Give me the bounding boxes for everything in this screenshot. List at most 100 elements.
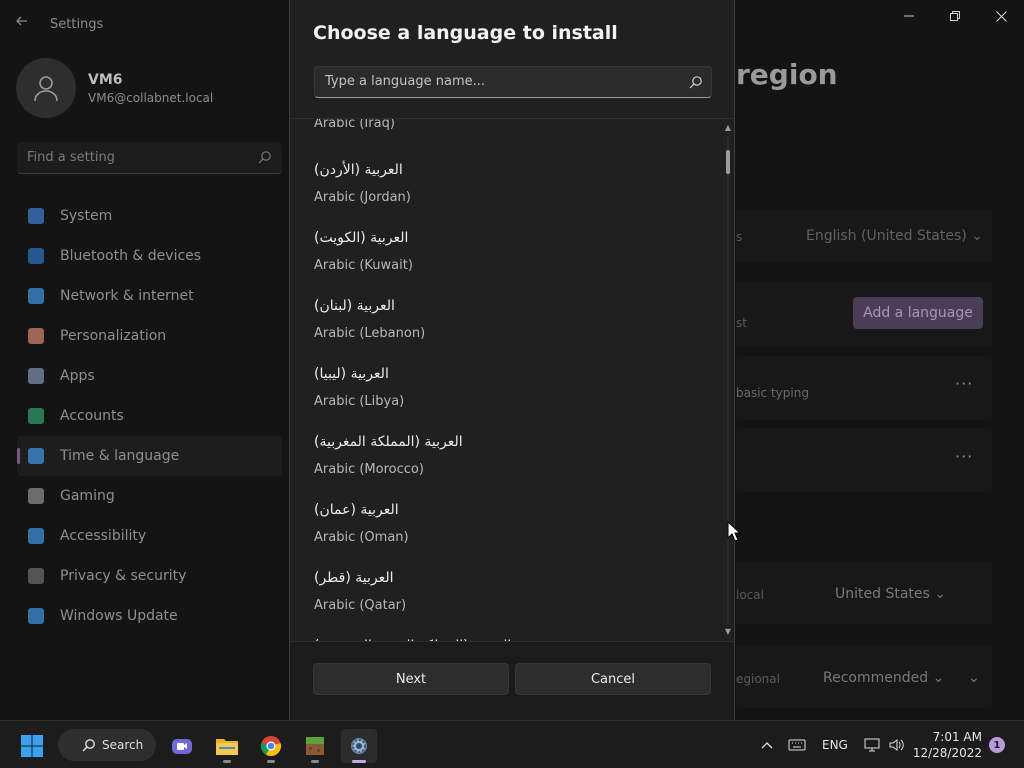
sidebar-item-apps[interactable]: Apps [17,356,282,396]
find-setting-placeholder: Find a setting [27,150,115,165]
sidebar-item-personalization[interactable]: Personalization [17,316,282,356]
windows-start-icon[interactable] [20,734,44,758]
input-language-label: ENG [822,738,848,752]
scroll-up-arrow-icon[interactable]: ▲ [723,123,733,133]
language-list-item[interactable]: العربية (الكويت) Arabic (Kuwait) [290,219,720,287]
language-list-item[interactable]: العربية (عمان) Arabic (Oman) [290,491,720,559]
minimize-button[interactable] [886,0,932,32]
clock-button[interactable]: 7:01 AM 12/28/2022 [913,729,982,761]
language-search-box[interactable] [314,66,712,98]
chrome-app[interactable] [253,729,289,763]
taskbar: Search ENG 7:01 AM 12/28/2022 1 [0,720,1024,768]
scrollbar-thumb[interactable] [726,150,730,174]
language-english-name: Arabic (Oman) [314,530,409,545]
restore-button[interactable] [932,0,978,32]
update-icon [28,608,44,624]
accessibility-icon [28,528,44,544]
brush-icon [28,328,44,344]
apps-icon [28,368,44,384]
expand-chevron-button[interactable]: ⌄ [968,670,980,686]
sidebar-nav: System Bluetooth & devices Network & inter… [17,196,282,636]
language-native-name: العربية (عمان) [314,502,399,518]
language-native-name: العربية (ليبيا) [314,366,389,382]
sidebar-item-privacy-security[interactable]: Privacy & security [17,556,282,596]
display-language-dropdown[interactable]: English (United States) ⌄ [806,228,983,244]
add-language-button[interactable]: Add a language [853,297,983,329]
sidebar-item-label: Apps [60,368,95,384]
sidebar-item-gaming[interactable]: Gaming [17,476,282,516]
user-name: VM6 [88,72,123,88]
display-language-label-fragment: s [736,230,743,244]
active-indicator [352,760,366,763]
sidebar-item-label: System [60,208,113,224]
language-list-item[interactable]: العربية (المملكة المغربية) Arabic (Morocc… [290,423,720,491]
search-icon [258,151,271,164]
grass-block-icon [306,737,324,755]
language-list-item[interactable]: العربية (ليبيا) Arabic (Libya) [290,355,720,423]
input-language-indicator[interactable]: ENG [822,721,848,768]
search-icon [82,739,95,752]
next-button[interactable]: Next [313,663,509,695]
sidebar-item-accessibility[interactable]: Accessibility [17,516,282,556]
more-options-button-1[interactable]: ··· [955,374,973,393]
language-list-item[interactable]: العربية (الأردن) Arabic (Jordan) [290,151,720,219]
language-list-item[interactable]: العربية (المملكة العربية السعودية) [290,627,720,641]
sidebar-item-time-language[interactable]: Time & language [17,436,282,476]
sidebar-item-accounts[interactable]: Accounts [17,396,282,436]
back-button[interactable] [12,14,32,34]
language-search-input[interactable] [325,74,665,89]
volume-button[interactable] [889,721,905,768]
chevron-up-icon [761,742,773,749]
search-icon [689,76,702,89]
show-hidden-icons-button[interactable] [760,721,774,768]
find-setting-input[interactable]: Find a setting [17,142,282,174]
sidebar-item-label: Network & internet [60,288,194,304]
back-arrow-icon [16,16,27,26]
sidebar-item-system[interactable]: System [17,196,282,236]
sidebar-item-windows-update[interactable]: Windows Update [17,596,282,636]
chevron-down-icon: ⌄ [934,586,946,602]
monitor-icon [28,208,44,224]
language-list-item[interactable]: العربية (لبنان) Arabic (Lebanon) [290,287,720,355]
running-indicator [223,760,231,763]
basic-typing-fragment: basic typing [736,386,809,400]
speaker-icon [889,739,904,751]
notification-badge[interactable]: 1 [989,737,1005,753]
language-list-item[interactable]: العربية (العراق)Arabic (Iraq) [290,119,720,151]
country-dropdown[interactable]: United States ⌄ [835,586,946,602]
sidebar-item-label: Time & language [60,448,180,464]
more-options-button-2[interactable]: ··· [955,447,973,466]
language-native-name: العربية (الكويت) [314,230,409,246]
taskbar-search-button[interactable]: Search [58,729,156,761]
chevron-down-icon: ⌄ [932,670,945,686]
regional-format-value: Recommended [823,670,929,686]
close-button[interactable] [978,0,1024,32]
settings-app[interactable] [341,729,377,763]
mouse-cursor-icon [727,521,741,542]
clock-time: 7:01 AM [932,730,982,744]
keyboard-button[interactable] [788,721,806,768]
language-native-name: العربية (قطر) [314,570,394,586]
close-icon [995,10,1007,22]
language-list-item[interactable]: العربية (قطر) Arabic (Qatar) [290,559,720,627]
scrollbar-track[interactable] [727,136,729,624]
file-explorer-app[interactable] [209,729,245,763]
teams-chat-app[interactable] [164,729,200,763]
sidebar-item-label: Windows Update [60,608,178,624]
chrome-icon [261,736,281,757]
language-native-name: العربية (الأردن) [314,162,403,178]
scroll-down-arrow-icon[interactable]: ▼ [723,627,733,637]
language-english-name: Arabic (Morocco) [314,462,424,477]
regional-format-dropdown[interactable]: Recommended ⌄ [823,670,944,686]
app-title: Settings [50,17,104,32]
person-icon [28,408,44,424]
network-button[interactable] [864,721,880,768]
sidebar-item-bluetooth-devices[interactable]: Bluetooth & devices [17,236,282,276]
person-icon [34,76,58,102]
minecraft-app[interactable] [297,729,333,763]
dialog-footer: Next Cancel [290,642,734,720]
language-list-scrollbar[interactable]: ▲ ▼ [723,120,733,640]
cancel-button[interactable]: Cancel [515,663,711,695]
sidebar-item-network-internet[interactable]: Network & internet [17,276,282,316]
language-native-name: العربية (لبنان) [314,298,395,314]
